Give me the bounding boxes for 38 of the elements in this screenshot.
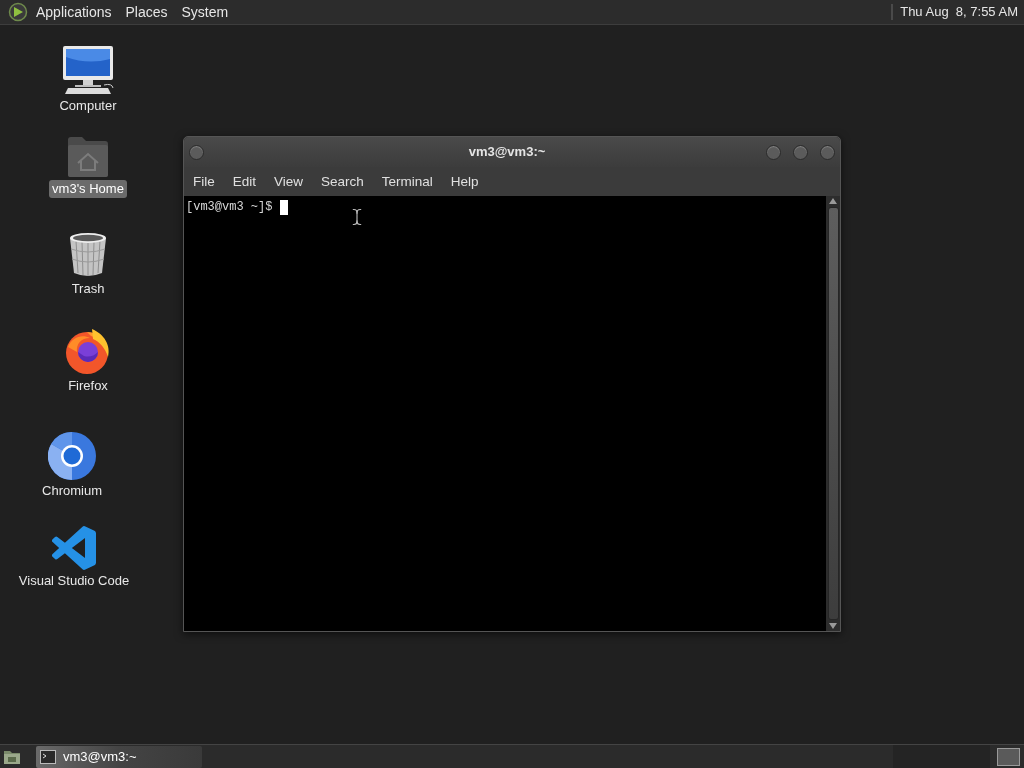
scrollbar[interactable] (826, 196, 840, 631)
desktop-folder-icon (3, 748, 21, 765)
terminal-icon (40, 749, 56, 764)
window-title: vm3@vm3:~ (467, 143, 547, 162)
desktop-icon-label[interactable]: Visual Studio Code (15, 572, 133, 590)
home-folder-icon[interactable] (66, 136, 110, 178)
computer-icon[interactable] (60, 45, 116, 95)
desktop-icon-label[interactable]: Chromium (39, 482, 105, 500)
panel-menu[interactable]: System (177, 2, 233, 22)
taskbar-button[interactable]: vm3@vm3:~ (36, 745, 202, 768)
workspace-switcher[interactable] (997, 747, 1020, 766)
clock[interactable]: Thu Aug 8, 7:55 AM (900, 2, 1018, 22)
logo-icon[interactable] (8, 2, 28, 22)
menu-item[interactable]: View (265, 171, 313, 192)
desktop-icon-label[interactable]: Computer (56, 97, 120, 115)
window-menu-button[interactable] (189, 144, 204, 160)
menu-item[interactable]: Terminal (372, 171, 442, 192)
panel-menu[interactable]: Places (121, 2, 172, 22)
scrollbar-thumb[interactable] (827, 207, 839, 620)
close-button[interactable] (820, 144, 835, 160)
code-editor-icon[interactable] (52, 526, 96, 570)
menu-item[interactable]: Edit (223, 171, 266, 192)
desktop-icon-label[interactable]: Firefox (65, 377, 111, 395)
scroll-up-arrow-icon[interactable] (829, 198, 837, 204)
firefox-icon[interactable] (64, 327, 112, 375)
panel-menu[interactable]: Applications (32, 2, 116, 22)
block-cursor-icon (280, 199, 289, 215)
desktop-icon-label[interactable]: Trash (68, 280, 108, 298)
menu-item[interactable]: Help (441, 171, 488, 192)
minimize-button[interactable] (766, 144, 781, 160)
menu-item[interactable]: Search (312, 171, 373, 192)
maximize-button[interactable] (793, 144, 808, 160)
desktop-icon-label[interactable]: vm3's Home (49, 180, 127, 198)
terminal-prompt: [vm3@vm3 ~]$ (186, 199, 273, 215)
menu-item[interactable]: File (184, 171, 224, 192)
trash-icon[interactable] (68, 231, 108, 278)
chromium-icon[interactable] (48, 432, 96, 480)
scroll-down-arrow-icon[interactable] (829, 623, 837, 629)
